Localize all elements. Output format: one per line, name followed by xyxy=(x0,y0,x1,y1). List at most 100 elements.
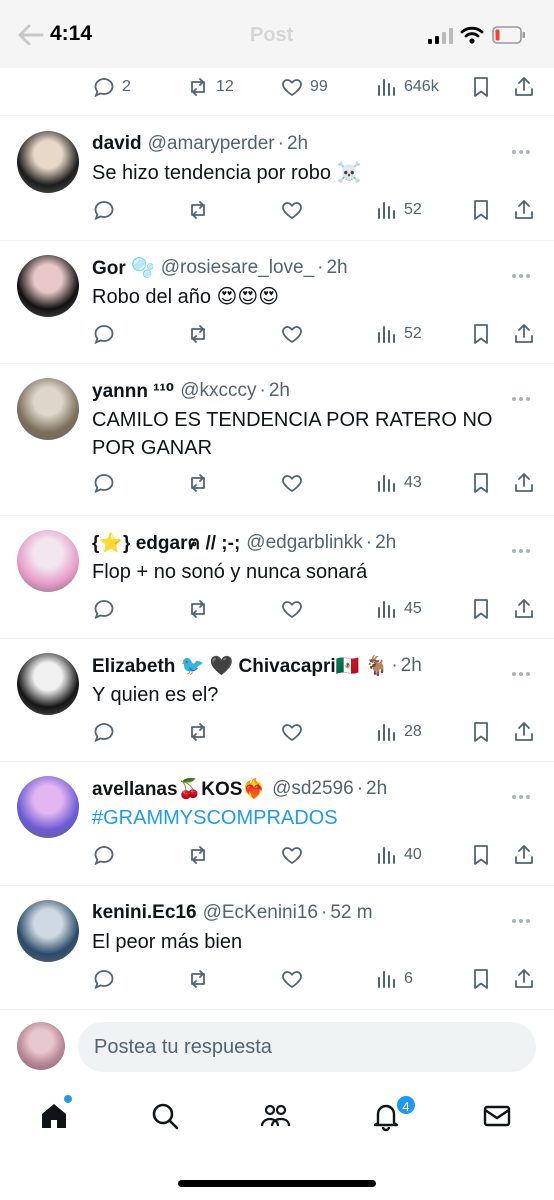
bookmark-button[interactable] xyxy=(469,195,493,225)
repost-button[interactable] xyxy=(186,717,210,747)
tab-messages[interactable] xyxy=(481,1100,517,1136)
share-button[interactable] xyxy=(512,468,536,498)
user-avatar[interactable] xyxy=(17,255,79,317)
reply-button[interactable] xyxy=(92,717,116,747)
views-button[interactable]: 28 xyxy=(374,717,422,747)
user-handle[interactable]: @rosiesare_love_ xyxy=(161,257,314,279)
views-button[interactable]: 43 xyxy=(374,468,422,498)
user-handle[interactable]: @edgarblinkk xyxy=(246,532,362,554)
user-avatar[interactable] xyxy=(17,776,79,838)
display-name[interactable]: kenini.Ec16 xyxy=(92,902,197,924)
user-avatar[interactable] xyxy=(17,900,79,962)
reply-post[interactable]: david @amaryperder · 2h Se hizo tendencia po… xyxy=(0,117,554,241)
repost-button[interactable] xyxy=(186,594,210,624)
reply-button[interactable] xyxy=(92,964,116,994)
bookmark-button[interactable] xyxy=(469,840,493,870)
views-button[interactable]: 52 xyxy=(374,195,422,225)
more-options-icon[interactable] xyxy=(512,265,536,278)
like-button[interactable] xyxy=(280,195,304,225)
separator-dot: · xyxy=(259,380,266,401)
reply-button[interactable]: 2 xyxy=(92,72,131,102)
display-name[interactable]: david xyxy=(92,133,142,155)
reply-button[interactable] xyxy=(92,195,116,225)
like-button[interactable] xyxy=(280,468,304,498)
share-button[interactable] xyxy=(512,717,536,747)
reply-header: Elizabeth 🐦 🖤 Chivacapri🇲🇽 🐐 · 2h xyxy=(92,653,422,679)
user-handle[interactable]: @EcKenini16 xyxy=(203,902,318,924)
repost-button[interactable] xyxy=(186,468,210,498)
reply-button[interactable] xyxy=(92,840,116,870)
user-handle[interactable]: @sd2596 xyxy=(272,778,354,800)
bookmark-button[interactable] xyxy=(469,717,493,747)
share-button[interactable] xyxy=(512,72,536,102)
home-unread-dot xyxy=(64,1095,72,1103)
repost-button[interactable]: 12 xyxy=(186,72,234,102)
user-avatar[interactable] xyxy=(17,530,79,592)
action-bar: 52 xyxy=(0,319,554,349)
current-user-avatar[interactable] xyxy=(17,1022,65,1070)
repost-button[interactable] xyxy=(186,840,210,870)
repost-button[interactable] xyxy=(186,319,210,349)
like-button[interactable] xyxy=(280,840,304,870)
bookmark-button[interactable] xyxy=(469,594,493,624)
views-button[interactable]: 6 xyxy=(374,964,413,994)
bookmark-button[interactable] xyxy=(469,468,493,498)
user-handle[interactable]: @kxcccy xyxy=(180,380,256,402)
repost-button[interactable] xyxy=(186,964,210,994)
tab-communities[interactable] xyxy=(259,1100,295,1136)
more-options-icon[interactable] xyxy=(512,663,536,676)
separator-dot: · xyxy=(365,532,373,553)
post-time: 2h xyxy=(375,532,397,553)
user-avatar[interactable] xyxy=(17,653,79,715)
reply-composer: Postea tu respuesta xyxy=(0,1010,554,1086)
share-button[interactable] xyxy=(512,964,536,994)
display-name[interactable]: {⭐} edgarฅ // ;-; xyxy=(92,528,240,558)
views-button[interactable]: 45 xyxy=(374,594,422,624)
like-button[interactable] xyxy=(280,717,304,747)
display-name[interactable]: avellanas🍒KOS❤️‍🔥 xyxy=(92,777,266,801)
like-button[interactable]: 99 xyxy=(280,72,328,102)
share-button[interactable] xyxy=(512,594,536,624)
share-icon xyxy=(515,473,533,492)
reply-post[interactable]: avellanas🍒KOS❤️‍🔥 @sd2596 · 2h #GRAMMYSCOMPR… xyxy=(0,762,554,886)
reply-post[interactable]: Gor 🫧 @rosiesare_love_ · 2h Robo del año 😍😍😍… xyxy=(0,241,554,364)
views-button[interactable]: 40 xyxy=(374,840,422,870)
reply-button[interactable] xyxy=(92,319,116,349)
reply-post[interactable]: yannn ¹¹⁰ @kxcccy · 2h CAMILO ES TENDENCIA P… xyxy=(0,364,554,516)
share-button[interactable] xyxy=(512,840,536,870)
reply-post[interactable]: kenini.Ec16 @EcKenini16 · 52 m El peor más b… xyxy=(0,886,554,1010)
analytics-icon xyxy=(378,601,395,618)
views-button[interactable]: 52 xyxy=(374,319,422,349)
like-button[interactable] xyxy=(280,319,304,349)
more-options-icon[interactable] xyxy=(512,388,536,401)
bookmark-button[interactable] xyxy=(469,319,493,349)
bookmark-button[interactable] xyxy=(469,964,493,994)
user-avatar[interactable] xyxy=(17,378,79,440)
back-arrow-icon[interactable] xyxy=(18,24,44,46)
reply-button[interactable] xyxy=(92,594,116,624)
like-button[interactable] xyxy=(280,594,304,624)
share-button[interactable] xyxy=(512,319,536,349)
tab-search[interactable] xyxy=(149,1100,185,1136)
more-options-icon[interactable] xyxy=(512,786,536,799)
reply-post[interactable]: {⭐} edgarฅ // ;-; @edgarblinkk · 2h Flop + n… xyxy=(0,516,554,639)
repost-button[interactable] xyxy=(186,195,210,225)
display-name[interactable]: Gor 🫧 xyxy=(92,256,155,280)
bookmark-button[interactable] xyxy=(469,72,493,102)
reply-post[interactable]: Elizabeth 🐦 🖤 Chivacapri🇲🇽 🐐 · 2h Y quien e… xyxy=(0,639,554,762)
share-button[interactable] xyxy=(512,195,536,225)
reply-button[interactable] xyxy=(92,468,116,498)
more-options-icon[interactable] xyxy=(512,141,536,154)
more-options-icon[interactable] xyxy=(512,540,536,553)
reply-text: Flop + no sonó y nunca sonará xyxy=(92,561,368,583)
display-name[interactable]: Elizabeth 🐦 🖤 Chivacapri🇲🇽 🐐 xyxy=(92,654,388,678)
user-avatar[interactable] xyxy=(17,131,79,193)
reply-input[interactable]: Postea tu respuesta xyxy=(78,1022,536,1072)
views-button[interactable]: 646k xyxy=(374,72,439,102)
more-options-icon[interactable] xyxy=(512,910,536,923)
like-button[interactable] xyxy=(280,964,304,994)
display-name[interactable]: yannn ¹¹⁰ xyxy=(92,380,174,403)
tab-home[interactable] xyxy=(38,1100,74,1136)
user-handle[interactable]: @amaryperder xyxy=(148,133,275,155)
reply-icon xyxy=(94,325,114,345)
